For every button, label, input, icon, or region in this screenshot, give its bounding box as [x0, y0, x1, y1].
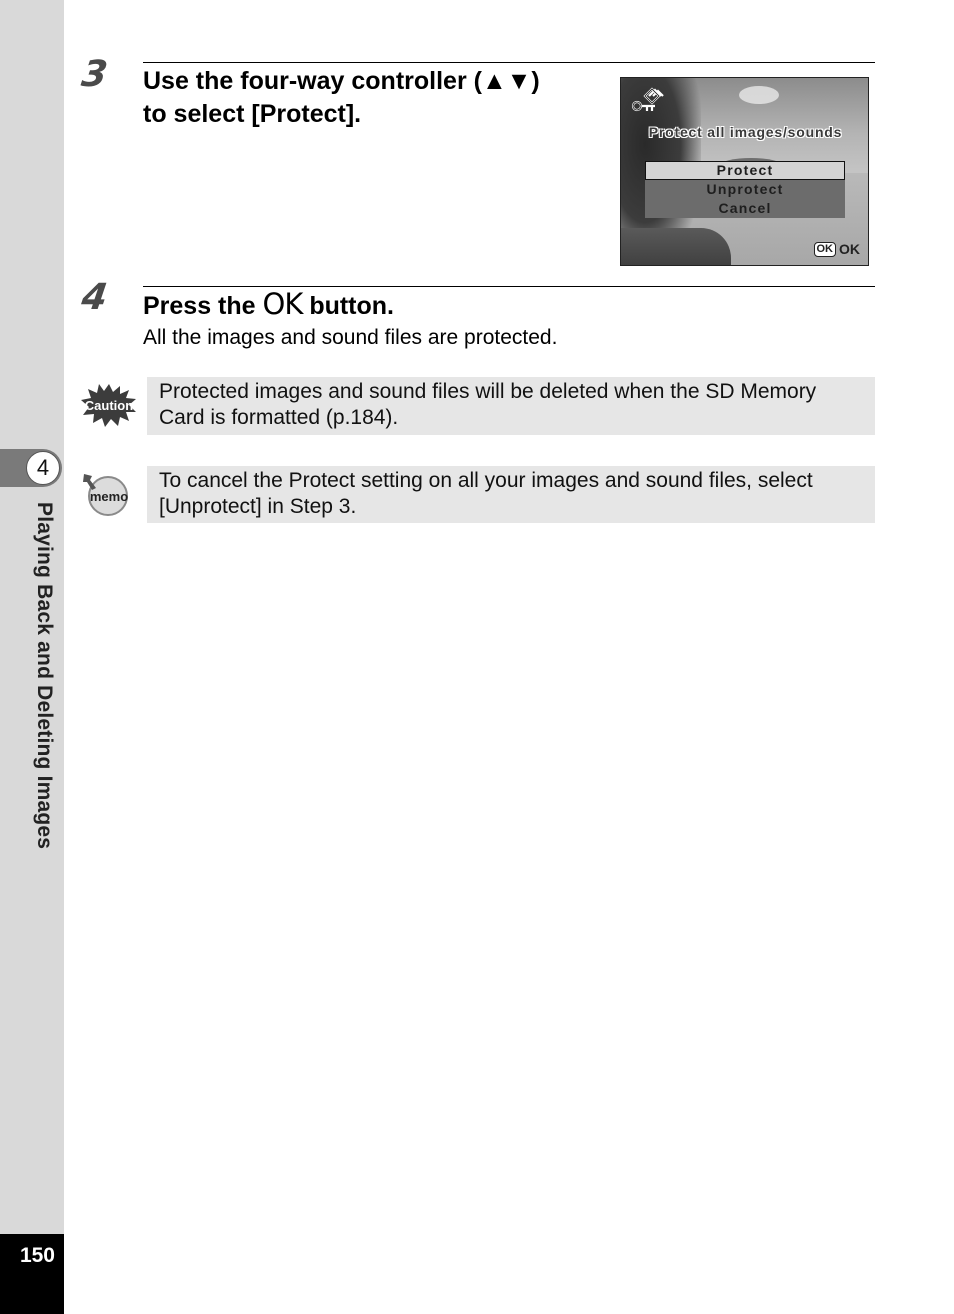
step-title: Use the four-way controller (▲▼) to sele…	[143, 65, 540, 131]
step-body: All the images and sound files are prote…	[143, 326, 558, 349]
protect-key-icon	[631, 87, 664, 112]
step-number: 4	[79, 277, 110, 318]
screen-background-boat	[621, 228, 731, 265]
caution-icon: Caution	[80, 382, 138, 433]
step-title-line: Use the four-way controller (▲▼)	[143, 67, 540, 95]
menu-item-cancel[interactable]: Cancel	[645, 199, 845, 218]
memo-icon: memo	[80, 472, 132, 521]
chapter-number: 4	[26, 451, 60, 485]
step-title: Press the OK button.	[143, 288, 394, 323]
camera-screen: Protect all images/sounds Protect Unprot…	[620, 77, 869, 266]
screen-background-cloud	[739, 86, 779, 104]
step-title-suffix: button.	[309, 292, 394, 320]
ok-guide-label: OK	[839, 241, 860, 257]
page-number: 150	[19, 1244, 55, 1267]
menu-item-protect[interactable]: Protect	[645, 161, 845, 180]
memo-icon-label: memo	[90, 489, 128, 504]
step-title-prefix: Press the	[143, 292, 256, 320]
caution-note: Protected images and sound files will be…	[147, 377, 875, 435]
ok-key-icon: OK	[813, 241, 836, 257]
screen-menu: Protect Unprotect Cancel	[645, 161, 845, 218]
step-title-line: to select [Protect].	[143, 100, 362, 128]
step-divider	[143, 62, 875, 63]
screen-title: Protect all images/sounds	[648, 124, 843, 140]
memo-note: To cancel the Protect setting on all you…	[147, 466, 875, 523]
ok-button-icon: OK	[262, 287, 304, 321]
chapter-title: Playing Back and Deleting Images	[33, 502, 56, 850]
menu-item-unprotect[interactable]: Unprotect	[645, 180, 845, 199]
ok-guide: OK OK	[813, 241, 860, 257]
step-number: 3	[79, 54, 110, 95]
step-divider	[143, 286, 875, 287]
caution-icon-label: Caution	[85, 398, 133, 413]
